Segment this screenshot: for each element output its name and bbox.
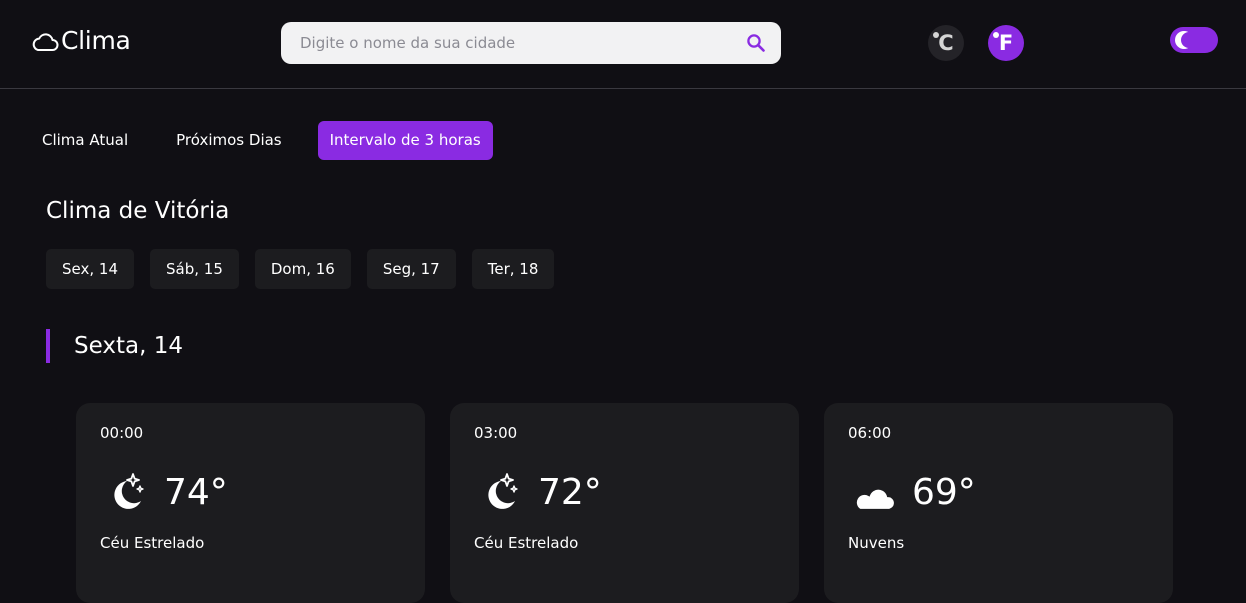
moon-cloud-icon xyxy=(848,469,897,517)
forecast-description: Nuvens xyxy=(848,534,905,552)
theme-toggle[interactable] xyxy=(1170,27,1218,53)
fahrenheit-button[interactable]: F xyxy=(988,25,1024,61)
tab-3-hour-interval[interactable]: Intervalo de 3 horas xyxy=(317,121,493,160)
search-icon[interactable] xyxy=(745,32,767,54)
day-chip-tue[interactable]: Ter, 18 xyxy=(471,249,555,289)
forecast-description: Céu Estrelado xyxy=(474,534,579,552)
page-title: Clima de Vitória xyxy=(46,198,230,224)
day-chip-sat[interactable]: Sáb, 15 xyxy=(150,249,239,289)
forecast-temperature: 72° xyxy=(538,472,602,513)
moon-icon xyxy=(1175,31,1193,49)
forecast-temperature: 74° xyxy=(164,472,228,513)
forecast-description: Céu Estrelado xyxy=(100,534,205,552)
cloud-outline-icon xyxy=(31,30,59,52)
app-logo[interactable]: Clima xyxy=(31,24,131,58)
forecast-time: 00:00 xyxy=(100,424,144,442)
tab-next-days[interactable]: Próximos Dias xyxy=(164,121,293,160)
fahrenheit-label: F xyxy=(998,30,1014,55)
tab-current-weather[interactable]: Clima Atual xyxy=(30,121,140,160)
moon-stars-icon xyxy=(474,469,522,517)
forecast-time: 03:00 xyxy=(474,424,518,442)
tab-bar: Clima Atual Próximos Dias Intervalo de 3… xyxy=(30,121,493,160)
app-header: Clima C F xyxy=(0,0,1246,89)
forecast-card: 00:00 74° Céu Estrelado xyxy=(76,403,425,603)
search-input[interactable] xyxy=(298,33,745,53)
app-name: Clima xyxy=(61,26,131,55)
search-bar xyxy=(281,22,781,64)
celsius-button[interactable]: C xyxy=(928,25,964,61)
forecast-card: 03:00 72° Céu Estrelado xyxy=(450,403,799,603)
moon-stars-icon xyxy=(100,469,148,517)
day-selector: Sex, 14 Sáb, 15 Dom, 16 Seg, 17 Ter, 18 xyxy=(46,249,555,289)
forecast-card: 06:00 69° Nuvens xyxy=(824,403,1173,603)
forecast-time: 06:00 xyxy=(848,424,892,442)
day-chip-sun[interactable]: Dom, 16 xyxy=(254,249,351,289)
day-chip-mon[interactable]: Seg, 17 xyxy=(366,249,456,289)
forecast-cards: 00:00 74° Céu Estrelado 03:00 72° Céu Es… xyxy=(76,403,1173,603)
celsius-label: C xyxy=(938,30,954,55)
section-title: Sexta, 14 xyxy=(46,329,183,363)
day-chip-fri[interactable]: Sex, 14 xyxy=(46,249,134,289)
forecast-temperature: 69° xyxy=(912,472,976,513)
